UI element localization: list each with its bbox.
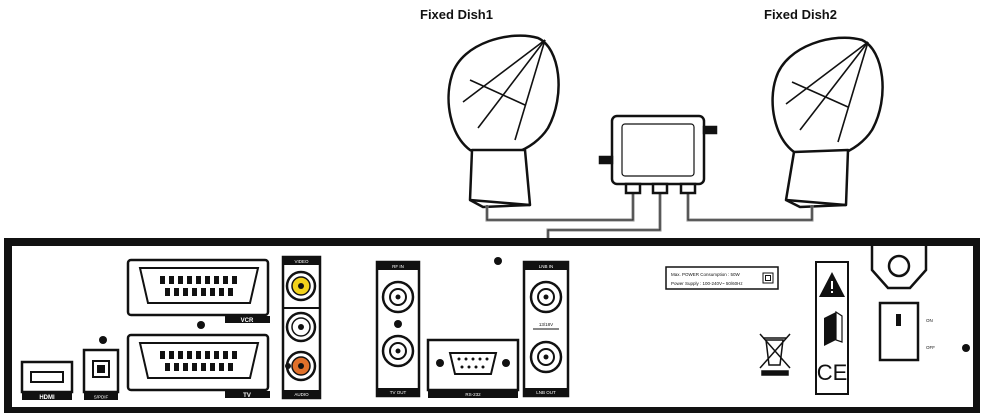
- satellite-dish-2: [771, 36, 884, 209]
- lnb-in-label: LNB IN: [539, 264, 554, 269]
- power-switch[interactable]: [878, 301, 920, 362]
- hdmi-port: HDMI: [20, 360, 74, 401]
- diagram-svg: VCR TV HDMI S/PDIF VIDEO AUDIO RF IN TV …: [4, 34, 980, 413]
- manual-book-icon: [824, 310, 843, 346]
- rca-jacks: VIDEO AUDIO: [281, 255, 322, 400]
- switch-off-label: OFF: [926, 345, 935, 350]
- connection-diagram: Fixed Dish1 Fixed Dish2 VCR TV HDMI S/PD…: [0, 0, 984, 415]
- rs232-label: RS-232: [465, 392, 481, 397]
- spdif-label: S/PDIF: [94, 395, 109, 400]
- lnb-voltage-label: 13/18V: [539, 322, 553, 327]
- receiver-rear-panel: VCR TV HDMI S/PDIF VIDEO AUDIO RF IN TV …: [4, 238, 980, 413]
- vcr-label: VCR: [241, 318, 254, 324]
- power-rating-label: Max. POWER Consumption : 50W Power Suppl…: [665, 266, 779, 290]
- power-inlet: [887, 254, 911, 278]
- ce-mark: CE: [817, 360, 848, 385]
- hdmi-label: HDMI: [39, 395, 55, 401]
- rf-in-label: RF IN: [392, 264, 404, 269]
- tv-label: TV: [243, 393, 251, 399]
- power-supply-text: Power Supply : 100-240V~ 50/60Hz: [671, 281, 743, 286]
- safety-markings: CE: [815, 261, 849, 395]
- switch-on-label: ON: [926, 318, 933, 323]
- lnb-out-label: LNB OUT: [536, 390, 556, 395]
- rs232-port: RS-232: [426, 338, 520, 398]
- video-label: VIDEO: [294, 259, 309, 264]
- rf-out-label: TV OUT: [390, 390, 407, 395]
- scart-tv-connector: TV: [126, 333, 270, 399]
- diseqc-switch: [598, 114, 718, 195]
- audio-label: AUDIO: [294, 392, 309, 397]
- lnb-ports: LNB IN 13/18V LNB OUT: [522, 260, 570, 398]
- scart-vcr-connector: VCR: [126, 258, 270, 324]
- power-consumption-text: Max. POWER Consumption : 50W: [671, 272, 741, 277]
- rf-ports: RF IN TV OUT: [375, 260, 421, 398]
- satellite-dish-1: [447, 34, 560, 209]
